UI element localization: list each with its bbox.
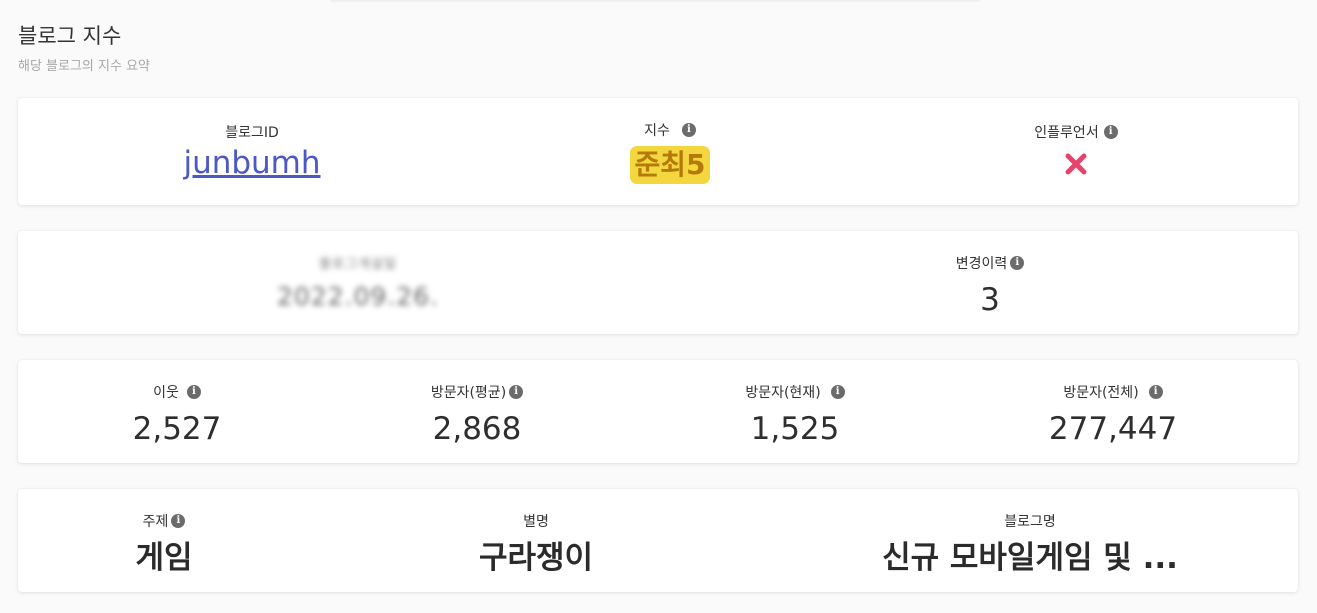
visitors-avg-value: 2,868	[432, 411, 522, 447]
influencer-label-wrap: 인플루언서 i	[1034, 122, 1118, 142]
history-cell: 변경이력 i 3	[890, 253, 1090, 316]
index-grade-badge: 준최5	[630, 146, 710, 184]
visitors-avg-label-wrap: 방문자(평균) i	[430, 382, 524, 402]
info-icon[interactable]: i	[171, 514, 186, 528]
topic-label: 주제	[142, 514, 169, 530]
history-card: 블로그개설일 2022.09.26. 변경이력 i 3	[18, 231, 1298, 334]
blog-name-label: 블로그명	[1004, 514, 1056, 530]
nickname-label: 별명	[523, 514, 549, 530]
info-icon[interactable]: i	[1103, 125, 1118, 139]
blurred-info: 블로그개설일 2022.09.26.	[218, 253, 498, 311]
neighbors-label-wrap: 이웃 i	[153, 382, 201, 402]
blog-name-cell: 블로그명 신규 모바일게임 및 ...	[840, 511, 1220, 574]
visitors-total-label: 방문자(전체)	[1063, 385, 1139, 401]
blog-index-panel: 블로그 지수 해당 블로그의 지수 요약 블로그ID junbumh 지수 i …	[0, 0, 1317, 613]
index-cell: 지수 i 준최5	[570, 120, 770, 184]
history-label-wrap: 변경이력 i	[956, 253, 1025, 273]
history-label: 변경이력	[955, 256, 1008, 272]
section-title: 블로그 지수	[18, 24, 122, 48]
close-x-icon	[1065, 153, 1087, 175]
visitors-now-label: 방문자(현재)	[745, 385, 821, 401]
section-subtitle: 해당 블로그의 지수 요약	[18, 59, 150, 74]
info-icon[interactable]: i	[509, 385, 524, 399]
blog-id-cell: 블로그ID junbumh	[152, 122, 352, 179]
neighbors-value: 2,527	[132, 411, 222, 447]
info-icon[interactable]: i	[1148, 385, 1163, 399]
topic-value: 게임	[135, 540, 193, 576]
nickname-value: 구라쟁이	[478, 540, 594, 576]
visitors-avg-cell: 방문자(평균) i 2,868	[377, 382, 577, 445]
summary-card: 블로그ID junbumh 지수 i 준최5 인플루언서 i	[18, 98, 1298, 205]
influencer-cell: 인플루언서 i	[976, 122, 1176, 179]
info-icon[interactable]: i	[830, 385, 845, 399]
info-icon[interactable]: i	[1010, 256, 1025, 270]
blurred-value: 2022.09.26.	[276, 282, 440, 311]
blurred-label: 블로그개설일	[319, 257, 397, 272]
blog-id-link[interactable]: junbumh	[183, 145, 320, 181]
nickname-cell: 별명 구라쟁이	[436, 511, 636, 574]
profile-card: 주제 i 게임 별명 구라쟁이 블로그명 신규 모바일게임 및 ...	[18, 489, 1298, 592]
index-label-wrap: 지수 i	[644, 120, 696, 140]
info-icon[interactable]: i	[681, 123, 696, 137]
visitors-total-cell: 방문자(전체) i 277,447	[1013, 382, 1213, 445]
visitors-now-cell: 방문자(현재) i 1,525	[695, 382, 895, 445]
history-value: 3	[980, 282, 1000, 318]
blog-name-value: 신규 모바일게임 및 ...	[882, 540, 1178, 576]
visitors-avg-label: 방문자(평균)	[430, 385, 507, 401]
visitors-now-value: 1,525	[750, 411, 840, 447]
topic-cell: 주제 i 게임	[96, 511, 232, 574]
visitors-total-label-wrap: 방문자(전체) i	[1063, 382, 1163, 402]
visitors-total-value: 277,447	[1048, 411, 1178, 447]
topic-label-wrap: 주제 i	[143, 511, 186, 531]
neighbors-label: 이웃	[153, 385, 179, 401]
blog-id-label: 블로그ID	[225, 125, 279, 141]
neighbors-cell: 이웃 i 2,527	[77, 382, 277, 445]
influencer-label: 인플루언서	[1034, 125, 1099, 141]
visitors-now-label-wrap: 방문자(현재) i	[745, 382, 845, 402]
top-divider	[330, 0, 980, 3]
info-icon[interactable]: i	[186, 385, 201, 399]
stats-card: 이웃 i 2,527 방문자(평균) i 2,868 방문자(현재) i 1,5…	[18, 360, 1298, 463]
index-label: 지수	[644, 123, 670, 139]
